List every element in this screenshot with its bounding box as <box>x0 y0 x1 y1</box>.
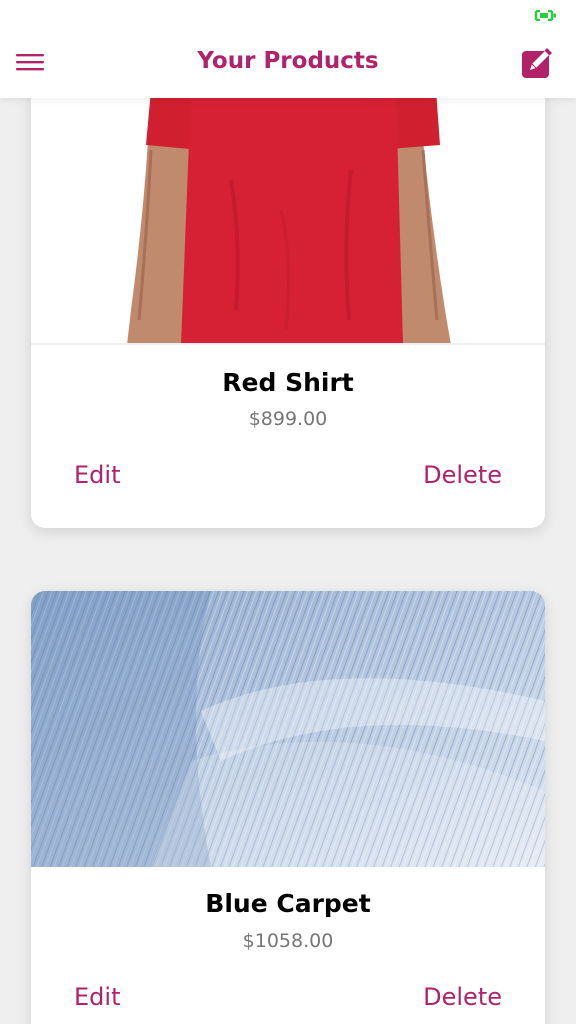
product-price: $899.00 <box>248 408 328 430</box>
delete-button[interactable]: Delete <box>423 983 502 1011</box>
edit-button[interactable]: Edit <box>74 983 120 1011</box>
edit-square-icon[interactable] <box>520 46 554 80</box>
product-card: Blue Carpet $1058.00 Edit Delete <box>31 591 545 1024</box>
edit-button[interactable]: Edit <box>74 461 120 489</box>
delete-button[interactable]: Delete <box>423 461 502 489</box>
blue-carpet-image <box>31 591 545 867</box>
product-price: $1058.00 <box>242 930 334 952</box>
product-title: Red Shirt <box>222 368 354 397</box>
battery-icon <box>534 10 556 21</box>
product-title: Blue Carpet <box>205 889 371 918</box>
app-header: Your Products <box>0 30 576 98</box>
page-title: Your Products <box>197 48 379 74</box>
status-bar <box>0 0 576 30</box>
